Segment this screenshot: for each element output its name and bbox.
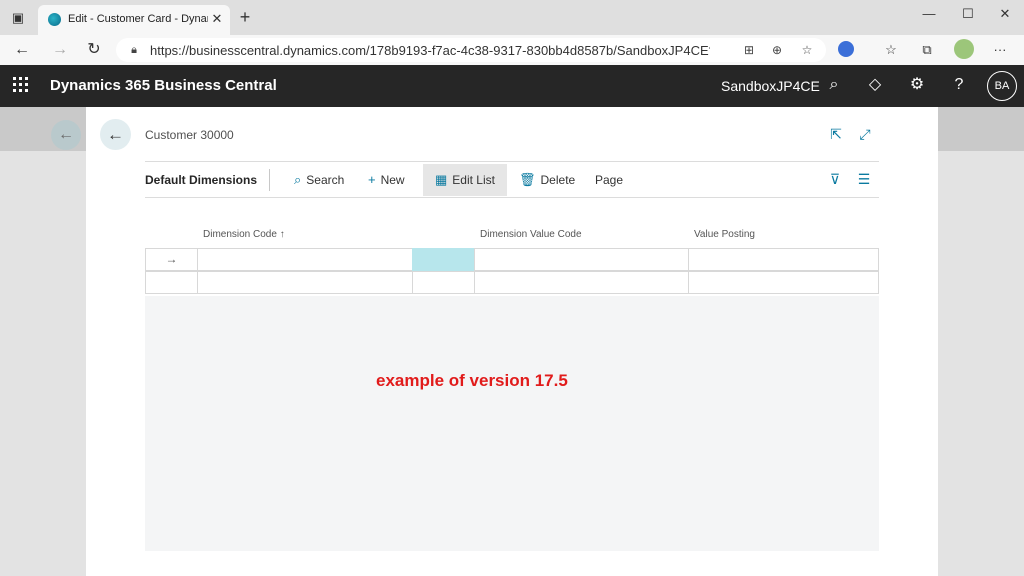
url-text[interactable]: https://businesscentral.dynamics.com/178… (150, 43, 710, 58)
dimension-code-cell[interactable] (197, 248, 413, 271)
browser-tab[interactable]: Edit - Customer Card - Dynamics 365 Busi… (38, 5, 230, 35)
edit-list-icon: ▦ (435, 172, 448, 187)
page-label: Page (595, 173, 624, 187)
value-posting-cell[interactable] (688, 271, 879, 294)
close-tab-icon[interactable]: ✕ (210, 11, 224, 27)
page-caption: Customer 30000 (145, 128, 234, 142)
grid-header: Dimension Code ↑ Dimension Value Code Va… (145, 225, 879, 245)
search-label: Search (306, 173, 345, 187)
lookup-cell[interactable] (412, 271, 475, 294)
tab-title: Edit - Customer Card - Dynamics 365 Busi… (68, 13, 208, 25)
help-icon[interactable]: ? (948, 74, 970, 96)
page-menu-button[interactable]: Page (595, 164, 623, 196)
refresh-icon[interactable]: ↻ (84, 40, 104, 60)
new-label: New (380, 173, 405, 187)
trash-icon: 🗑︎ (519, 172, 536, 187)
table-row[interactable] (145, 271, 879, 294)
app-bar: Dynamics 365 Business Central SandboxJP4… (0, 65, 1024, 107)
version-annotation: example of version 17.5 (376, 371, 568, 390)
list-view-icon[interactable]: ☰ (855, 170, 873, 188)
arrow-right-icon[interactable]: → (145, 248, 198, 271)
url-field[interactable]: 🔒︎ https://businesscentral.dynamics.com/… (116, 38, 826, 62)
delete-label: Delete (540, 173, 576, 187)
profile-avatar[interactable] (954, 39, 974, 59)
maximize-icon[interactable]: ☐ (953, 4, 983, 24)
window-menu-icon[interactable]: ▣ (10, 10, 26, 26)
favorite-star-icon[interactable]: ☆ (798, 41, 816, 59)
back-icon[interactable]: ← (12, 40, 32, 60)
title-separator (269, 169, 270, 191)
column-header-dimension-code[interactable]: Dimension Code ↑ (203, 229, 285, 240)
new-button[interactable]: + New (368, 164, 405, 196)
dynamics-favicon-icon (48, 13, 61, 26)
edit-list-button[interactable]: ▦ Edit List (423, 164, 507, 196)
row-marker-cell[interactable] (145, 271, 198, 294)
lock-icon[interactable]: 🔒︎ (128, 43, 140, 57)
close-window-icon[interactable]: ✕ (990, 4, 1020, 24)
app-name[interactable]: Dynamics 365 Business Central (50, 77, 277, 94)
plus-icon: + (368, 172, 376, 187)
back-button[interactable]: ← (100, 119, 131, 150)
action-bar-divider (145, 197, 879, 198)
dimension-value-code-cell[interactable] (474, 248, 689, 271)
column-header-dimension-value-code[interactable]: Dimension Value Code (480, 229, 582, 240)
value-posting-cell[interactable] (688, 248, 879, 271)
edit-list-label: Edit List (452, 173, 495, 187)
column-header-value-posting[interactable]: Value Posting (694, 229, 755, 240)
minimize-icon[interactable]: — (914, 4, 944, 24)
search-icon: ⌕ (294, 172, 302, 187)
user-avatar[interactable]: BA (987, 71, 1017, 101)
address-bar-row: ← → ↻ 🔒︎ https://businesscentral.dynamic… (0, 35, 1024, 65)
zoom-icon[interactable]: ⊕ (768, 41, 786, 59)
browser-tab-strip: ▣ Edit - Customer Card - Dynamics 365 Bu… (0, 0, 1024, 35)
lookup-cell-selected[interactable] (412, 248, 475, 271)
environment-name: SandboxJP4CE (721, 78, 820, 94)
extension-icon[interactable] (838, 41, 854, 57)
search-button[interactable]: ⌕ Search (294, 164, 344, 196)
new-tab-icon[interactable]: + (236, 8, 254, 26)
filter-icon[interactable]: ⊽ (826, 170, 844, 188)
default-dimensions-page: ← Customer 30000 ⇱ ⤢ Default Dimensions … (86, 107, 938, 576)
dimension-value-code-cell[interactable] (474, 271, 689, 294)
grid-empty-area (145, 296, 879, 551)
notification-bell-icon[interactable]: ◇ (864, 74, 886, 96)
table-row[interactable]: → (145, 248, 879, 271)
favorites-icon[interactable]: ☆ (881, 40, 901, 60)
app-launcher-icon[interactable] (12, 76, 30, 94)
forward-icon[interactable]: → (50, 40, 70, 60)
background-back-icon[interactable]: ← (51, 120, 81, 150)
search-icon[interactable]: ⌕ (823, 74, 845, 96)
expand-icon[interactable]: ⤢ (856, 125, 874, 143)
immersive-reader-icon[interactable]: ⊞ (740, 41, 758, 59)
settings-gear-icon[interactable]: ⚙ (906, 74, 928, 96)
more-options-icon[interactable]: ··· (990, 40, 1010, 60)
header-divider (145, 161, 879, 162)
open-new-window-icon[interactable]: ⇱ (827, 125, 845, 143)
page-title: Default Dimensions (145, 173, 258, 187)
dimension-code-cell[interactable] (197, 271, 413, 294)
sort-ascending-icon: ↑ (279, 229, 285, 240)
delete-button[interactable]: 🗑︎ Delete (519, 164, 575, 196)
collections-icon[interactable]: ⧉ (917, 40, 937, 60)
